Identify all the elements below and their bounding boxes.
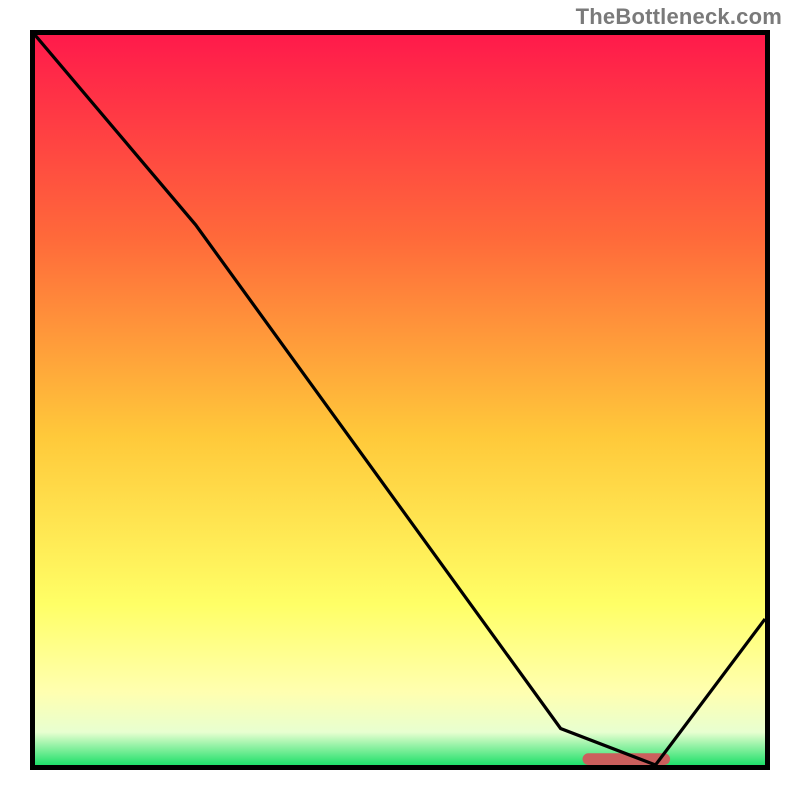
chart-background <box>35 35 765 765</box>
bottleneck-chart <box>35 35 765 765</box>
watermark-text: TheBottleneck.com <box>576 4 782 30</box>
chart-frame <box>30 30 770 770</box>
